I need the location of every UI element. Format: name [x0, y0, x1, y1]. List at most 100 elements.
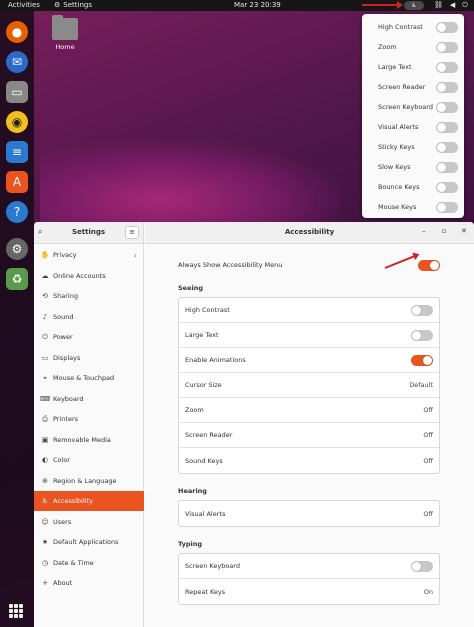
acc-menu-toggle[interactable]	[436, 121, 458, 133]
accessibility-icon: ♿	[411, 2, 417, 9]
keyboard-icon: ⌨	[39, 394, 51, 403]
sidebar-item[interactable]: ⟲ Sharing	[34, 286, 144, 306]
acc-menu-item-label: Zoom	[378, 43, 397, 51]
settings-row[interactable]: High Contrast	[179, 298, 439, 323]
acc-menu-toggle[interactable]	[436, 41, 458, 53]
sidebar-item[interactable]: ☺ Users	[34, 512, 144, 532]
sidebar-item[interactable]: ✋ Privacy ›	[34, 245, 144, 265]
clock[interactable]: Mar 23 20:39	[234, 1, 281, 9]
settings-row-value: Off	[423, 456, 433, 465]
printer-icon: ⎙	[42, 414, 48, 423]
acc-menu-item[interactable]: Screen Reader	[378, 81, 458, 93]
firefox-icon[interactable]: ●	[6, 21, 28, 43]
sidebar-item[interactable]: ☁ Online Accounts	[34, 266, 144, 286]
acc-menu-item[interactable]: Sticky Keys	[378, 141, 458, 153]
sidebar-item[interactable]: ⊕ Region & Language	[34, 471, 144, 491]
settings-row[interactable]: Screen Keyboard	[179, 554, 439, 579]
acc-menu-toggle[interactable]	[436, 101, 458, 113]
settings-toggle[interactable]	[411, 304, 433, 316]
sidebar-item-label: Removable Media	[53, 435, 111, 444]
acc-menu-toggle[interactable]	[436, 81, 458, 93]
sidebar-item[interactable]: ⎙ Printers	[34, 409, 144, 429]
settings-row-label: Zoom	[185, 406, 204, 414]
settings-row-label: Cursor Size	[185, 381, 222, 389]
software-icon[interactable]: A	[6, 171, 28, 193]
acc-menu-item[interactable]: Large Text	[378, 61, 458, 73]
settings-row[interactable]: Cursor Size Default	[179, 373, 439, 398]
network-icon: ⛓	[434, 1, 443, 9]
chevron-right-icon: ›	[133, 250, 137, 260]
acc-menu-toggle[interactable]	[436, 161, 458, 173]
acc-menu-toggle[interactable]	[436, 141, 458, 153]
app-menu[interactable]: ⚙ Settings	[54, 1, 92, 9]
seeing-list: High Contrast Large Text Enable Animations…	[178, 297, 440, 474]
settings-row[interactable]: Sound Keys Off	[179, 448, 439, 473]
settings-row[interactable]: Large Text	[179, 323, 439, 348]
settings-row[interactable]: Screen Reader Off	[179, 423, 439, 448]
settings-toggle[interactable]	[411, 329, 433, 341]
sidebar-item[interactable]: ♪ Sound	[34, 307, 144, 327]
hamburger-menu-icon[interactable]: ≡	[125, 226, 139, 239]
search-icon[interactable]: ⌕	[38, 227, 42, 237]
sidebar-item[interactable]: ⌨ Keyboard	[34, 389, 144, 409]
help-icon[interactable]: ?	[6, 201, 28, 223]
typing-list: Screen Keyboard Repeat Keys On	[178, 553, 440, 605]
acc-menu-item[interactable]: Slow Keys	[378, 161, 458, 173]
settings-row[interactable]: Visual Alerts Off	[179, 501, 439, 526]
settings-row-label: Enable Animations	[185, 356, 246, 364]
show-apps-button[interactable]	[9, 604, 23, 618]
media-icon: ▣	[41, 435, 49, 444]
settings-row[interactable]: Zoom Off	[179, 398, 439, 423]
settings-row[interactable]: Repeat Keys On	[179, 579, 439, 604]
main-header: Accessibility – ▫ ✕	[145, 222, 474, 244]
acc-menu-item[interactable]: Zoom	[378, 41, 458, 53]
accessibility-menu-button[interactable]: ♿	[404, 1, 424, 10]
sidebar-item[interactable]: ♿ Accessibility	[34, 491, 144, 511]
accessibility-icon: ♿	[41, 497, 49, 505]
trash-icon[interactable]: ♻	[6, 268, 28, 290]
sidebar-item[interactable]: ◷ Date & Time	[34, 553, 144, 573]
acc-menu-item-label: Slow Keys	[378, 163, 411, 171]
acc-menu-item[interactable]: Visual Alerts	[378, 121, 458, 133]
settings-icon[interactable]: ⚙	[6, 238, 28, 260]
acc-menu-toggle[interactable]	[436, 61, 458, 73]
thunderbird-icon[interactable]: ✉	[6, 51, 28, 73]
sidebar: ⌕ Settings ≡ ✋ Privacy › ☁ Online Accounts ⟲ S…	[34, 222, 144, 627]
sidebar-item[interactable]: ⏻ Power	[34, 327, 144, 347]
acc-menu-item[interactable]: Bounce Keys	[378, 181, 458, 193]
cloud-icon: ☁	[41, 271, 49, 280]
sidebar-item[interactable]: ▭ Displays	[34, 348, 144, 368]
acc-menu-item[interactable]: Screen Keyboard	[378, 101, 458, 113]
acc-menu-item[interactable]: Mouse Keys	[378, 201, 458, 213]
system-tray[interactable]: ⛓ ◀ ⏻	[434, 1, 468, 10]
sidebar-item[interactable]: ▣ Removable Media	[34, 430, 144, 450]
sidebar-item[interactable]: + About	[34, 573, 144, 593]
settings-toggle[interactable]	[411, 354, 433, 366]
acc-menu-item[interactable]: High Contrast	[378, 21, 458, 33]
settings-row[interactable]: Enable Animations	[179, 348, 439, 373]
sidebar-item[interactable]: ⌖ Mouse & Touchpad	[34, 368, 144, 388]
acc-menu-toggle[interactable]	[436, 181, 458, 193]
files-icon[interactable]: ▭	[6, 81, 28, 103]
acc-menu-toggle[interactable]	[436, 21, 458, 33]
settings-row-label: Repeat Keys	[185, 587, 226, 596]
maximize-icon[interactable]: ▫	[442, 227, 447, 235]
acc-menu-item-label: Large Text	[378, 63, 412, 71]
acc-menu-toggle[interactable]	[436, 201, 458, 213]
acc-menu-item-label: Bounce Keys	[378, 183, 420, 191]
activities-button[interactable]: Activities	[8, 1, 40, 9]
sidebar-item[interactable]: ★ Default Applications	[34, 532, 144, 552]
close-icon[interactable]: ✕	[461, 227, 467, 235]
sidebar-item[interactable]: ◐ Color	[34, 450, 144, 470]
rhythmbox-icon[interactable]: ◉	[6, 111, 28, 133]
settings-toggle[interactable]	[411, 560, 433, 572]
minimize-icon[interactable]: –	[422, 227, 426, 235]
always-show-toggle[interactable]	[418, 259, 440, 271]
home-folder[interactable]: Home	[52, 15, 78, 51]
settings-row-value: Off	[423, 509, 433, 518]
app-name: Settings	[63, 1, 92, 9]
mouse-icon: ⌖	[43, 373, 47, 382]
sidebar-item-label: About	[53, 579, 73, 587]
settings-row-label: Visual Alerts	[185, 509, 226, 518]
writer-icon[interactable]: ≡	[6, 141, 28, 163]
